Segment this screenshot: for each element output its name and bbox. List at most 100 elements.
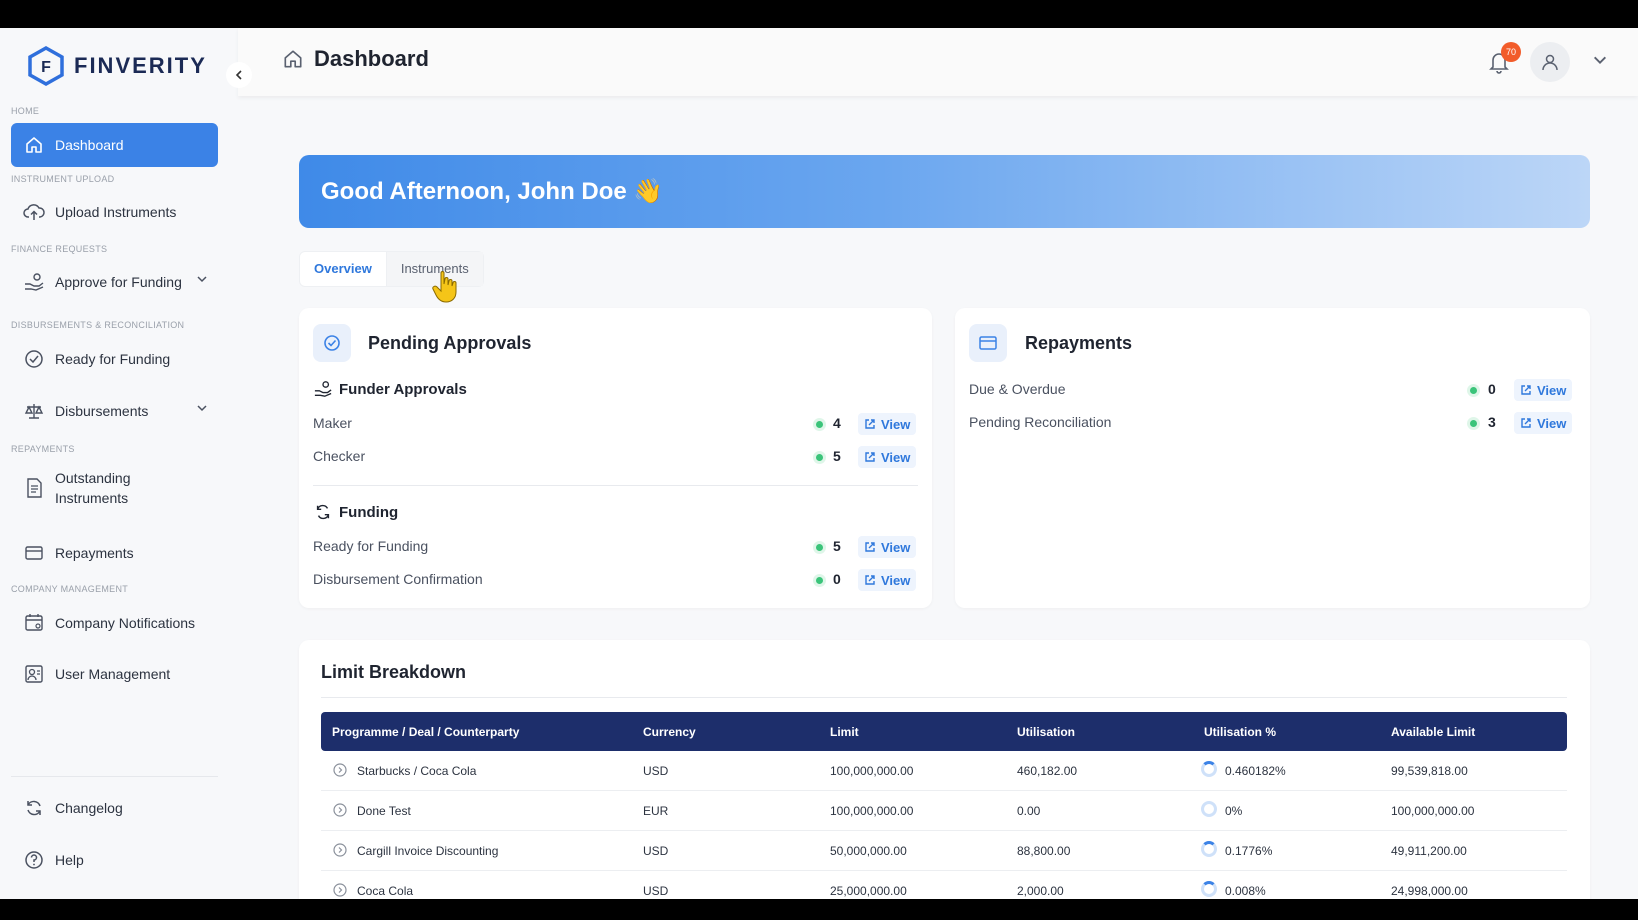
- count-ready-for-funding: 5: [833, 538, 841, 554]
- card-divider: [321, 697, 1567, 698]
- row-label-maker: Maker: [313, 415, 352, 431]
- svg-text:F: F: [41, 59, 51, 76]
- view-due-overdue-button[interactable]: View: [1514, 379, 1573, 401]
- sidebar-item-label: Approve for Funding: [55, 274, 182, 290]
- page-title: Dashboard: [282, 46, 429, 72]
- expand-row-icon[interactable]: [333, 763, 347, 777]
- cell-utilisation-percent: 0.460182%: [1225, 764, 1286, 778]
- external-link-icon: [865, 542, 875, 552]
- brand-logo[interactable]: F FINVERITY: [28, 46, 207, 86]
- view-maker-button[interactable]: View: [858, 413, 917, 435]
- chevron-left-icon: [235, 70, 242, 80]
- column-header[interactable]: Currency: [643, 725, 696, 739]
- cell-counterparty: Starbucks / Coca Cola: [357, 764, 477, 778]
- sidebar-collapse-button[interactable]: [226, 62, 252, 88]
- status-dot: [1470, 420, 1477, 427]
- cell-currency: USD: [643, 884, 669, 898]
- sidebar-item-approve-for-funding[interactable]: Approve for Funding: [11, 260, 218, 304]
- check-badge-icon: [313, 324, 351, 362]
- column-header[interactable]: Utilisation: [1017, 725, 1075, 739]
- cell-counterparty: Done Test: [357, 804, 411, 818]
- expand-row-icon[interactable]: [333, 803, 347, 817]
- hand-coin-icon: [23, 271, 45, 293]
- column-header[interactable]: Available Limit: [1391, 725, 1475, 739]
- cell-utilisation: 0.00: [1017, 804, 1041, 818]
- table-row[interactable]: Coca Cola USD 25,000,000.00 2,000.00 0.0…: [321, 871, 1567, 899]
- cell-available-limit: 49,911,200.00: [1391, 844, 1467, 858]
- sidebar-item-outstanding-instruments[interactable]: Outstanding Instruments: [11, 462, 218, 514]
- cell-utilisation: 88,800.00: [1017, 844, 1071, 858]
- cell-currency: USD: [643, 844, 669, 858]
- sidebar-item-company-notifications[interactable]: Company Notifications: [11, 601, 218, 645]
- cell-available-limit: 99,539,818.00: [1391, 764, 1468, 778]
- sidebar-item-dashboard[interactable]: Dashboard: [11, 123, 218, 167]
- column-header[interactable]: Programme / Deal / Counterparty: [332, 725, 519, 739]
- table-row[interactable]: Done Test EUR 100,000,000.00 0.00 0% 100…: [321, 791, 1567, 831]
- app-window: F FINVERITY HOME Dashboard INSTRUMENT UP…: [0, 28, 1638, 899]
- sidebar-item-label: Dashboard: [55, 137, 124, 153]
- chevron-down-icon[interactable]: [1592, 52, 1608, 68]
- bottom-letterbox: [0, 899, 1638, 920]
- cell-limit: 100,000,000.00: [830, 764, 914, 778]
- sidebar-item-help[interactable]: Help: [11, 838, 218, 882]
- utilisation-progress-ring: [1201, 761, 1217, 777]
- card-divider: [313, 485, 918, 486]
- section-home: HOME: [11, 106, 40, 116]
- section-company-management: COMPANY MANAGEMENT: [11, 584, 129, 594]
- view-disbursement-confirmation-button[interactable]: View: [858, 569, 917, 591]
- count-maker: 4: [833, 415, 841, 431]
- sidebar-item-label: Company Notifications: [55, 615, 196, 631]
- sidebar-item-label: Upload Instruments: [55, 204, 177, 220]
- cell-utilisation: 2,000.00: [1017, 884, 1064, 898]
- utilisation-progress-ring: [1201, 841, 1217, 857]
- view-ready-for-funding-button[interactable]: View: [858, 536, 917, 558]
- external-link-icon: [865, 452, 875, 462]
- row-label-pending-reconciliation: Pending Reconciliation: [969, 414, 1112, 430]
- sidebar-divider: [11, 776, 218, 777]
- status-dot: [816, 544, 823, 551]
- finverity-logo-icon: F: [28, 46, 64, 86]
- view-checker-button[interactable]: View: [858, 446, 917, 468]
- column-header[interactable]: Limit: [830, 725, 859, 739]
- cell-utilisation-percent: 0.1776%: [1225, 844, 1273, 858]
- status-dot: [1470, 387, 1477, 394]
- section-instrument-upload: INSTRUMENT UPLOAD: [11, 174, 115, 184]
- table-row[interactable]: Starbucks / Coca Cola USD 100,000,000.00…: [321, 751, 1567, 791]
- cell-available-limit: 100,000,000.00: [1391, 804, 1475, 818]
- status-dot: [816, 421, 823, 428]
- card-title: Limit Breakdown: [321, 662, 467, 682]
- sidebar-item-ready-for-funding[interactable]: Ready for Funding: [11, 337, 218, 381]
- sidebar-item-upload-instruments[interactable]: Upload Instruments: [11, 190, 218, 234]
- top-header: Dashboard 70: [238, 28, 1638, 96]
- tab-overview[interactable]: Overview: [300, 252, 386, 286]
- cell-currency: USD: [643, 764, 669, 778]
- sidebar-item-repayments[interactable]: Repayments: [11, 531, 218, 575]
- sidebar-item-disbursements[interactable]: Disbursements: [11, 389, 218, 433]
- sidebar-item-label: User Management: [55, 666, 171, 682]
- column-header[interactable]: Utilisation %: [1204, 725, 1276, 739]
- cell-limit: 50,000,000.00: [830, 844, 907, 858]
- row-label-checker: Checker: [313, 448, 366, 464]
- brand-name: FINVERITY: [74, 53, 207, 78]
- limit-breakdown-card: Limit Breakdown Programme / Deal / Count…: [299, 640, 1590, 899]
- view-pending-reconciliation-button[interactable]: View: [1514, 412, 1573, 434]
- chevron-down-icon[interactable]: [196, 273, 208, 285]
- sidebar-item-changelog[interactable]: Changelog: [11, 786, 218, 830]
- sidebar-item-user-management[interactable]: User Management: [11, 652, 218, 696]
- row-label-ready-for-funding: Ready for Funding: [313, 538, 429, 554]
- count-checker: 5: [833, 448, 841, 464]
- external-link-icon: [865, 575, 875, 585]
- row-label-disbursement-confirmation: Disbursement Confirmation: [313, 571, 483, 587]
- calendar-notification-icon: [23, 612, 45, 634]
- refresh-icon: [23, 797, 45, 819]
- cell-utilisation: 460,182.00: [1017, 764, 1078, 778]
- table-row[interactable]: Cargill Invoice Discounting USD 50,000,0…: [321, 831, 1567, 871]
- card-title: Pending Approvals: [368, 333, 532, 353]
- sidebar-item-label: Help: [55, 852, 84, 868]
- expand-row-icon[interactable]: [333, 883, 347, 897]
- expand-row-icon[interactable]: [333, 843, 347, 857]
- section-repayments: REPAYMENTS: [11, 444, 75, 454]
- cell-limit: 25,000,000.00: [830, 884, 907, 898]
- chevron-down-icon[interactable]: [196, 402, 208, 414]
- user-avatar[interactable]: [1530, 42, 1570, 82]
